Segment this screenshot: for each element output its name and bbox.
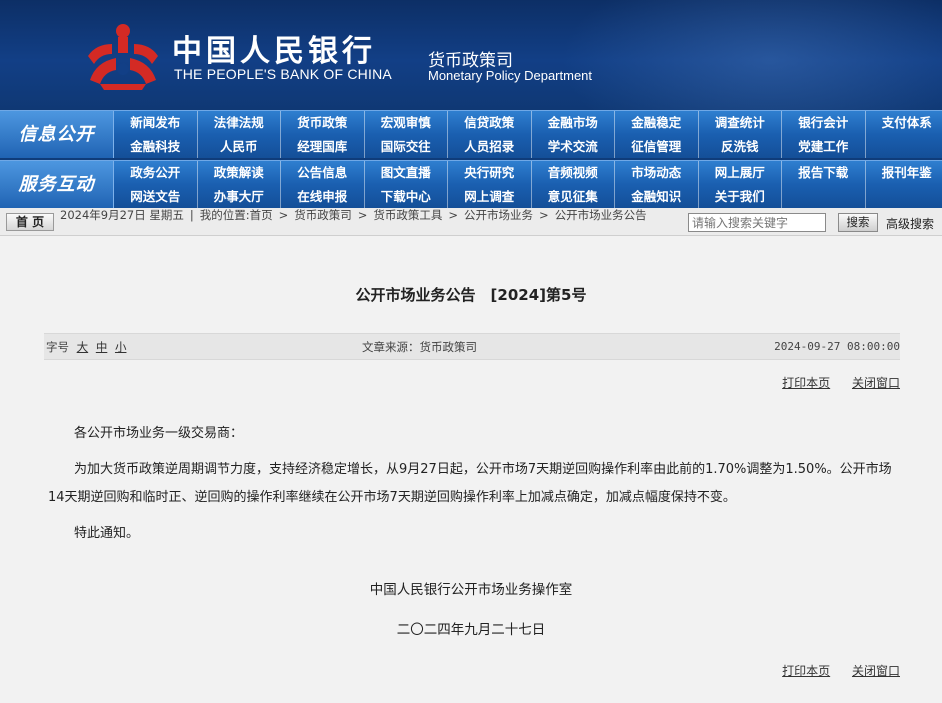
info-item-18[interactable]: 党建工作	[782, 135, 866, 159]
breadcrumb: 2024年9月27日 星期五 | 我的位置:首页 > 货币政策司 > 货币政策工具 > 公开市场…	[60, 209, 686, 235]
article-body: 各公开市场业务一级交易商： 为加大货币政策逆周期调节力度，支持经济稳定增长，从9…	[48, 420, 898, 556]
article-paragraph-closing: 特此通知。	[74, 526, 140, 541]
signature-date: 二〇二四年九月二十七日	[396, 622, 546, 638]
article-date: 2024-09-27 08:00:00	[774, 340, 900, 353]
info-item-17[interactable]: 反洗钱	[699, 135, 782, 159]
print-page-link[interactable]: 打印本页	[782, 376, 830, 390]
service-nav-grid: 政务公开 政策解读 公告信息 图文直播 央行研究 音频视频 市场动态 网上展厅 报告下载 报刊年鉴…	[114, 161, 942, 209]
close-window-link[interactable]: 关闭窗口	[852, 376, 900, 390]
service-item-9[interactable]: 报刊年鉴	[866, 161, 942, 185]
service-item-5[interactable]: 音频视频	[532, 161, 615, 185]
pboc-logo-icon	[88, 24, 158, 90]
service-item-0[interactable]: 政务公开	[114, 161, 198, 185]
breadcrumb-separator: >	[539, 209, 549, 222]
breadcrumb-item[interactable]: 公开市场业务公告	[555, 209, 647, 222]
advanced-search-link[interactable]: 高级搜索	[886, 215, 934, 232]
breadcrumb-item[interactable]: 我的位置:首页	[200, 209, 273, 222]
service-interaction-nav: 服务互动 政务公开 政策解读 公告信息 图文直播 央行研究 音频视频 市场动态 网上展厅 报告下…	[0, 160, 942, 209]
info-empty-cell	[866, 135, 942, 159]
info-item-0[interactable]: 新闻发布	[114, 111, 198, 135]
article-source: 文章来源：货币政策司	[362, 340, 477, 354]
service-item-16[interactable]: 金融知识	[615, 185, 699, 209]
service-item-12[interactable]: 在线申报	[281, 185, 365, 209]
article-paragraph-main: 为加大货币政策逆周期调节力度，支持经济稳定增长，从9月27日起，公开市场7天期逆…	[48, 462, 892, 505]
service-item-8[interactable]: 报告下载	[782, 161, 866, 185]
info-nav-grid: 新闻发布 法律法规 货币政策 宏观审慎 信贷政策 金融市场 金融稳定 调查统计 银行会计 支付体系…	[114, 111, 942, 159]
info-item-1[interactable]: 法律法规	[198, 111, 281, 135]
breadcrumb-item[interactable]: 货币政策司	[294, 209, 352, 222]
info-item-16[interactable]: 征信管理	[615, 135, 699, 159]
service-item-11[interactable]: 办事大厅	[198, 185, 281, 209]
search-button[interactable]: 搜索	[838, 213, 878, 232]
breadcrumb-separator: >	[448, 209, 459, 222]
service-item-4[interactable]: 央行研究	[448, 161, 532, 185]
bank-name-cn: 中国人民银行	[172, 34, 376, 69]
breadcrumb-item: 2024年9月27日 星期五	[60, 209, 184, 222]
info-item-4[interactable]: 信贷政策	[448, 111, 532, 135]
service-item-14[interactable]: 网上调查	[448, 185, 532, 209]
article-tools-top: 打印本页 关闭窗口	[764, 374, 900, 391]
font-size-label: 字号	[46, 340, 69, 354]
nav-section-title-info: 信息公开	[0, 111, 114, 159]
info-item-3[interactable]: 宏观审慎	[365, 111, 448, 135]
header-glow	[560, 0, 942, 110]
font-size-large-link[interactable]: 大	[77, 340, 89, 354]
bank-name-en: THE PEOPLE'S BANK OF CHINA	[174, 66, 392, 82]
info-disclosure-nav: 信息公开 新闻发布 法律法规 货币政策 宏观审慎 信贷政策 金融市场 金融稳定 调查统计 银行会…	[0, 110, 942, 159]
service-item-10[interactable]: 网送文告	[114, 185, 198, 209]
info-item-9[interactable]: 支付体系	[866, 111, 942, 135]
service-item-6[interactable]: 市场动态	[615, 161, 699, 185]
service-item-3[interactable]: 图文直播	[365, 161, 448, 185]
article-tools-bottom: 打印本页 关闭窗口	[764, 662, 900, 679]
info-item-14[interactable]: 人员招录	[448, 135, 532, 159]
article-title: 公开市场业务公告 [2024]第5号	[355, 286, 587, 304]
info-item-5[interactable]: 金融市场	[532, 111, 615, 135]
info-item-12[interactable]: 经理国库	[281, 135, 365, 159]
service-item-15[interactable]: 意见征集	[532, 185, 615, 209]
department-name-en: Monetary Policy Department	[428, 68, 593, 83]
service-item-13[interactable]: 下载中心	[365, 185, 448, 209]
breadcrumb-separator: |	[189, 209, 194, 222]
home-button[interactable]: 首 页	[6, 213, 54, 231]
service-empty-cell	[782, 185, 866, 209]
search-input[interactable]	[688, 213, 826, 232]
close-window-link[interactable]: 关闭窗口	[852, 664, 900, 678]
print-page-link[interactable]: 打印本页	[782, 664, 830, 678]
info-item-10[interactable]: 金融科技	[114, 135, 198, 159]
service-item-2[interactable]: 公告信息	[281, 161, 365, 185]
breadcrumb-separator: >	[278, 209, 289, 222]
info-item-7[interactable]: 调查统计	[699, 111, 782, 135]
breadcrumb-separator: >	[357, 209, 368, 222]
info-item-2[interactable]: 货币政策	[281, 111, 365, 135]
article-meta-bar: 字号 大 中 小 文章来源：货币政策司 2024-09-27 08:00:00	[44, 333, 900, 360]
info-item-11[interactable]: 人民币	[198, 135, 281, 159]
info-item-6[interactable]: 金融稳定	[615, 111, 699, 135]
service-item-1[interactable]: 政策解读	[198, 161, 281, 185]
service-item-7[interactable]: 网上展厅	[699, 161, 782, 185]
breadcrumb-bar: 首 页 2024年9月27日 星期五 | 我的位置:首页 > 货币政策司 > 货币政策工具 >…	[0, 208, 942, 236]
site-header: 中国人民银行 THE PEOPLE'S BANK OF CHINA 货币政策司 …	[0, 0, 942, 110]
font-size-medium-link[interactable]: 中	[96, 340, 108, 354]
info-item-15[interactable]: 学术交流	[532, 135, 615, 159]
font-size-small-link[interactable]: 小	[115, 340, 127, 354]
signature-organization: 中国人民银行公开市场业务操作室	[369, 582, 573, 598]
nav-section-title-service: 服务互动	[0, 161, 114, 209]
breadcrumb-item[interactable]: 货币政策工具	[373, 209, 442, 222]
info-item-13[interactable]: 国际交往	[365, 135, 448, 159]
info-item-8[interactable]: 银行会计	[782, 111, 866, 135]
article-paragraph-salutation: 各公开市场业务一级交易商：	[74, 426, 244, 441]
service-empty-cell	[866, 185, 942, 209]
breadcrumb-item[interactable]: 公开市场业务	[464, 209, 533, 222]
font-size-selector: 字号 大 中 小	[46, 334, 126, 360]
service-item-17[interactable]: 关于我们	[699, 185, 782, 209]
